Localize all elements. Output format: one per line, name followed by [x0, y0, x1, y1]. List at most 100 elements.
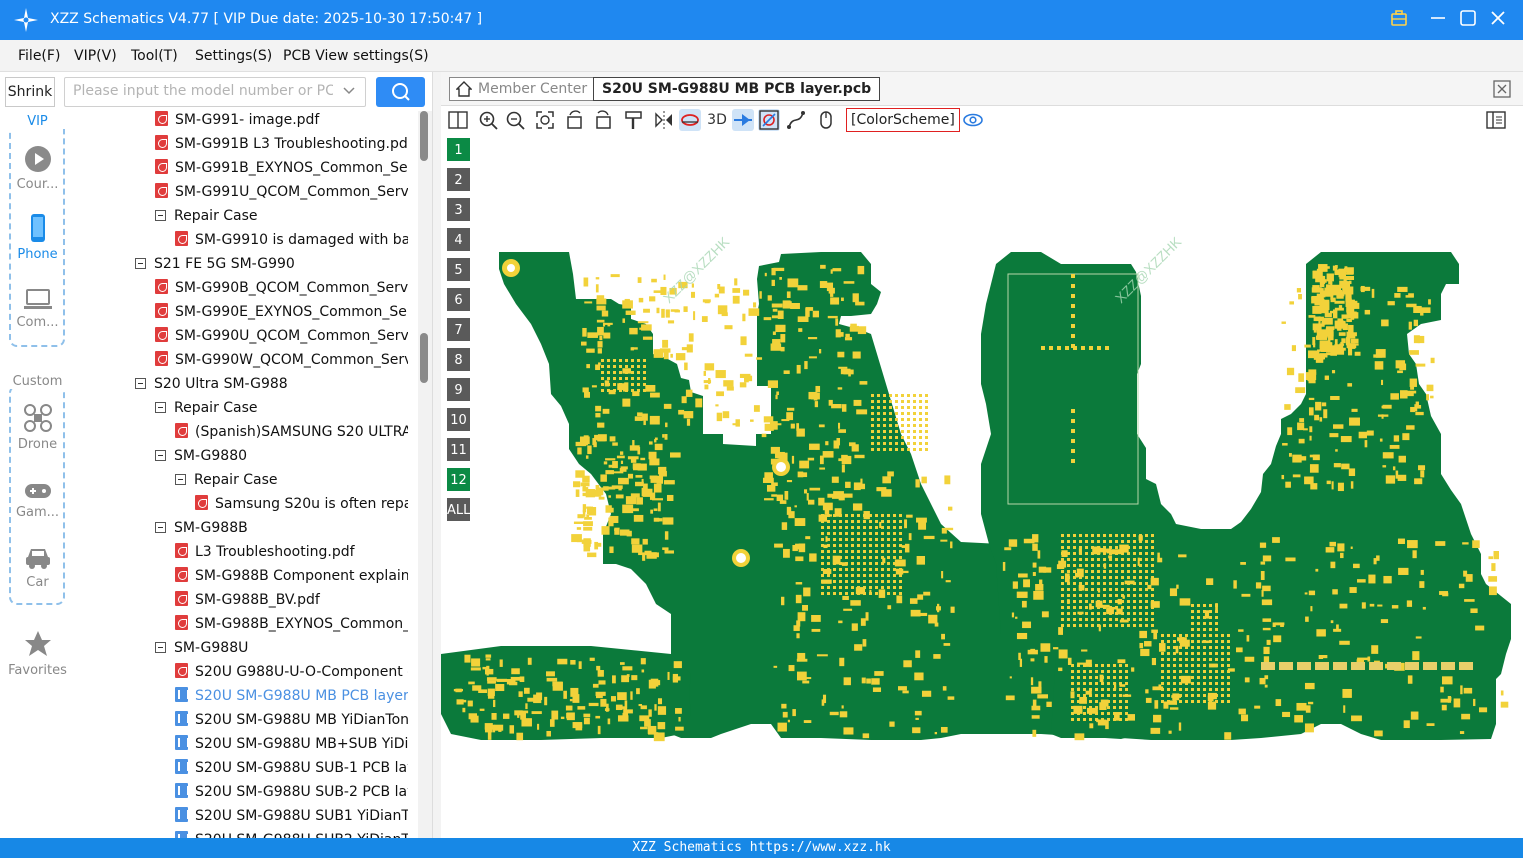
tree-node-label: Samsung S20u is often repai: [215, 496, 408, 512]
tree-file[interactable]: SM-G991B_EXYNOS_Common_Serv: [155, 156, 408, 180]
tree-scroll-thumb[interactable]: [420, 111, 428, 161]
rotate-left-icon[interactable]: [564, 109, 586, 131]
view-3d-button[interactable]: 3D: [705, 109, 729, 131]
menu-vip[interactable]: VIP(V): [74, 48, 117, 64]
pdf-file-icon: [155, 327, 168, 342]
tree-file[interactable]: S20U G988U-U-O-Component e: [175, 660, 408, 684]
net-highlight-icon[interactable]: [758, 109, 780, 131]
maximize-icon[interactable]: [1457, 8, 1479, 30]
nav-phone[interactable]: Phone: [0, 213, 75, 262]
tree-folder[interactable]: SM-G988B: [155, 516, 408, 540]
tree-folder[interactable]: S21 FE 5G SM-G990: [135, 252, 408, 276]
menu-settings[interactable]: Settings(S): [195, 48, 272, 64]
flip-board-icon[interactable]: [679, 109, 701, 131]
tree-file[interactable]: S20U SM-G988U MB+SUB YiDia: [175, 732, 408, 756]
collapse-icon[interactable]: [155, 642, 166, 653]
collapse-icon[interactable]: [135, 378, 146, 389]
rotate-right-icon[interactable]: [592, 109, 614, 131]
search-button[interactable]: [376, 77, 425, 107]
pdf-file-icon: [155, 351, 168, 366]
tree-folder[interactable]: S20 Ultra SM-G988: [135, 372, 408, 396]
collapse-icon[interactable]: [175, 474, 186, 485]
tab-member-center[interactable]: Member Center: [449, 77, 597, 101]
tree-file[interactable]: SM-G990E_EXYNOS_Common_Serv: [155, 300, 408, 324]
trace-tool-icon[interactable]: [785, 109, 807, 131]
collapse-icon[interactable]: [155, 450, 166, 461]
eye-icon[interactable]: [962, 109, 984, 131]
nav-car[interactable]: Car: [0, 545, 75, 590]
tree-file[interactable]: SM-G991- image.pdf: [155, 111, 408, 132]
tree-file[interactable]: SM-G990B_QCOM_Common_Servi: [155, 276, 408, 300]
format-painter-icon[interactable]: [623, 109, 645, 131]
menu-pcb-view-settings[interactable]: PCB View settings(S): [283, 48, 429, 64]
status-bar: XZZ Schematics https://www.xzz.hk: [0, 838, 1523, 858]
fit-view-icon[interactable]: [534, 109, 556, 131]
tab-pcb-file[interactable]: S20U SM-G988U MB PCB layer.pcb: [593, 77, 881, 101]
pdf-file-icon: [175, 591, 188, 606]
tree-node-label: SM-G990E_EXYNOS_Common_Serv: [175, 304, 408, 320]
tree-file[interactable]: S20U SM-G988U SUB1 YiDianTc: [175, 804, 408, 828]
tree-file[interactable]: S20U SM-G988U MB PCB layer.p: [175, 684, 408, 708]
tree-folder[interactable]: Repair Case: [155, 396, 408, 420]
chevron-down-icon[interactable]: [343, 84, 355, 98]
tree-folder[interactable]: Repair Case: [155, 204, 408, 228]
collapse-icon[interactable]: [135, 258, 146, 269]
pcb-toolbar: 3D [ColorScheme]: [441, 106, 1523, 134]
tree-file[interactable]: S20U SM-G988U MB YiDianTon: [175, 708, 408, 732]
tree-file[interactable]: S20U SM-G988U SUB-1 PCB laye: [175, 756, 408, 780]
nav-favorites[interactable]: Favorites: [0, 629, 75, 678]
tree-scrollbar[interactable]: [418, 111, 432, 838]
tree-folder[interactable]: Repair Case: [175, 468, 408, 492]
side-panel-icon[interactable]: [1485, 109, 1507, 131]
pcb-board-view[interactable]: XZZ@XZZHK XZZ@XZZHK: [441, 134, 1523, 838]
nav-courses[interactable]: Cour...: [0, 145, 75, 192]
mirror-icon[interactable]: [653, 109, 675, 131]
tree-file[interactable]: SM-G991B L3 Troubleshooting.pdf: [155, 132, 408, 156]
nav-drone[interactable]: Drone: [0, 403, 75, 452]
collapse-icon[interactable]: [155, 522, 166, 533]
tree-file[interactable]: SM-G988B Component explain.: [175, 564, 408, 588]
mouse-icon[interactable]: [815, 109, 837, 131]
tree-file[interactable]: Samsung S20u is often repai: [195, 492, 408, 516]
pin-mode-icon[interactable]: [732, 109, 754, 131]
collapse-icon[interactable]: [155, 210, 166, 221]
tree-file[interactable]: L3 Troubleshooting.pdf: [175, 540, 408, 564]
split-view-icon[interactable]: [447, 109, 469, 131]
menu-file[interactable]: File(F): [18, 48, 60, 64]
nav-computer[interactable]: Com...: [0, 287, 75, 330]
tree-file[interactable]: SM-G988B_BV.pdf: [175, 588, 408, 612]
tree-scroll-thumb-2[interactable]: [420, 333, 428, 383]
minimize-icon[interactable]: [1427, 8, 1449, 30]
laptop-icon: [23, 289, 52, 309]
tree-node-label: Repair Case: [174, 208, 258, 224]
tree-folder[interactable]: SM-G9880: [155, 444, 408, 468]
tree-folder[interactable]: SM-G988U: [155, 636, 408, 660]
tree-file[interactable]: SM-G9910 is damaged with bas: [175, 228, 408, 252]
pdf-file-icon: [155, 135, 168, 150]
zoom-in-icon[interactable]: [477, 109, 499, 131]
menu-tool[interactable]: Tool(T): [131, 48, 178, 64]
close-tabs-icon[interactable]: [1493, 80, 1511, 98]
collapse-icon[interactable]: [155, 402, 166, 413]
shrink-button[interactable]: Shrink: [5, 77, 55, 107]
nav-game[interactable]: Gam...: [0, 481, 75, 520]
tree-file[interactable]: SM-G988B_EXYNOS_Common_S: [175, 612, 408, 636]
briefcase-icon[interactable]: [1388, 8, 1410, 30]
tree-file[interactable]: SM-G990U_QCOM_Common_Servi: [155, 324, 408, 348]
tree-node-label: SM-G990W_QCOM_Common_Servi: [175, 352, 408, 368]
tree-file[interactable]: S20U SM-G988U SUB2 YiDianTc: [175, 828, 408, 838]
color-scheme-button[interactable]: [ColorScheme]: [846, 108, 960, 132]
zoom-out-icon[interactable]: [504, 109, 526, 131]
tree-file[interactable]: S20U SM-G988U SUB-2 PCB laye: [175, 780, 408, 804]
pcb-canvas[interactable]: 1 2 3 4 5 6 7 8 9 10 11 12 ALL XZZ@XZZHK XZZ@XZZHK: [441, 134, 1523, 838]
search-input[interactable]: [73, 83, 333, 99]
panel-splitter[interactable]: [432, 72, 441, 838]
phone-icon: [30, 214, 45, 242]
model-search-field[interactable]: [64, 77, 366, 107]
tree-file[interactable]: (Spanish)SAMSUNG S20 ULTRA: [175, 420, 408, 444]
tree-file[interactable]: SM-G991U_QCOM_Common_Servi: [155, 180, 408, 204]
app-logo-icon: [14, 8, 38, 32]
close-icon[interactable]: [1487, 8, 1509, 30]
gamepad-icon: [24, 484, 51, 498]
tree-file[interactable]: SM-G990W_QCOM_Common_Servi: [155, 348, 408, 372]
